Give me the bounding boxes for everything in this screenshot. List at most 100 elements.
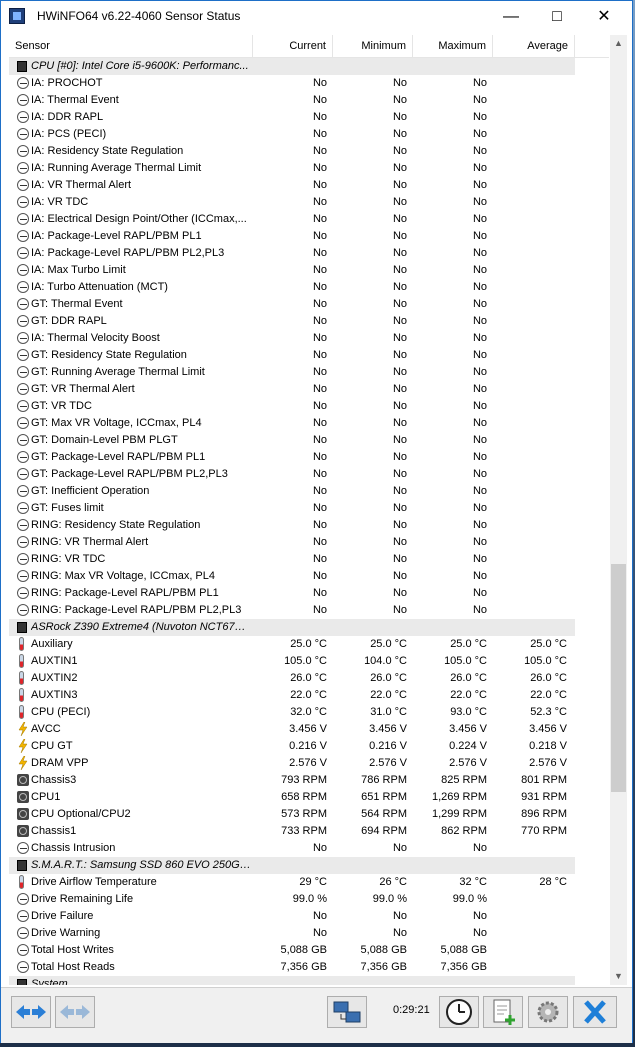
table-row[interactable]: GT: VR TDC No No No <box>9 398 575 415</box>
sensor-name: IA: VR Thermal Alert <box>31 179 132 191</box>
column-header-average[interactable]: Average <box>493 35 575 57</box>
maximum-value: No <box>472 910 487 922</box>
thermometer-icon <box>19 705 24 719</box>
table-row[interactable]: Drive Warning No No No <box>9 925 575 942</box>
minimum-value: No <box>392 570 407 582</box>
collapse-columns-button[interactable] <box>11 996 51 1028</box>
maximum-value: 25.0 °C <box>450 638 487 650</box>
report-button[interactable] <box>483 996 523 1028</box>
table-row[interactable]: AVCC 3.456 V 3.456 V 3.456 V 3.456 V <box>9 721 575 738</box>
close-sensors-button[interactable] <box>573 996 617 1028</box>
table-row[interactable]: IA: Running Average Thermal Limit No No No <box>9 160 575 177</box>
table-row[interactable]: RING: Package-Level RAPL/PBM PL2,PL3 No No… <box>9 602 575 619</box>
table-row[interactable]: RING: Package-Level RAPL/PBM PL1 No No No <box>9 585 575 602</box>
minimum-value: No <box>392 383 407 395</box>
table-row[interactable]: Chassis1 733 RPM 694 RPM 862 RPM 770 RPM <box>9 823 575 840</box>
maximum-value: No <box>472 383 487 395</box>
settings-button[interactable] <box>528 996 568 1028</box>
table-row[interactable]: CPU1 658 RPM 651 RPM 1,269 RPM 931 RPM <box>9 789 575 806</box>
table-row[interactable]: AUXTIN1 105.0 °C 104.0 °C 105.0 °C 105.0 °C <box>9 653 575 670</box>
sensor-name: GT: VR TDC <box>31 400 92 412</box>
table-row[interactable]: IA: VR TDC No No No <box>9 194 575 211</box>
table-row[interactable]: RING: VR Thermal Alert No No No <box>9 534 575 551</box>
table-row[interactable]: GT: Max VR Voltage, ICCmax, PL4 No No No <box>9 415 575 432</box>
minimize-button[interactable]: — <box>488 1 534 32</box>
table-row[interactable]: IA: PROCHOT No No No <box>9 75 575 92</box>
table-row[interactable]: Auxiliary 25.0 °C 25.0 °C 25.0 °C 25.0 °C <box>9 636 575 653</box>
clock-icon <box>17 417 29 429</box>
network-button[interactable] <box>327 996 367 1028</box>
table-row[interactable]: GT: Thermal Event No No No <box>9 296 575 313</box>
average-value <box>493 296 567 313</box>
column-header-minimum[interactable]: Minimum <box>333 35 413 57</box>
table-row[interactable]: IA: DDR RAPL No No No <box>9 109 575 126</box>
reset-timer-button[interactable] <box>439 996 479 1028</box>
table-row[interactable]: DRAM VPP 2.576 V 2.576 V 2.576 V 2.576 V <box>9 755 575 772</box>
table-row[interactable]: GT: Package-Level RAPL/PBM PL2,PL3 No No No <box>9 466 575 483</box>
table-row[interactable]: GT: DDR RAPL No No No <box>9 313 575 330</box>
table-row[interactable]: RING: Residency State Regulation No No No <box>9 517 575 534</box>
scroll-down-arrow-icon[interactable]: ▼ <box>610 968 627 985</box>
table-row[interactable]: GT: Fuses limit No No No <box>9 500 575 517</box>
table-row[interactable]: IA: Package-Level RAPL/PBM PL2,PL3 No No No <box>9 245 575 262</box>
vertical-scrollbar[interactable]: ▲ ▼ <box>610 35 627 985</box>
table-row[interactable]: IA: Package-Level RAPL/PBM PL1 No No No <box>9 228 575 245</box>
sensor-name: IA: Electrical Design Point/Other (ICCma… <box>31 213 247 225</box>
column-header-sensor[interactable]: Sensor <box>9 35 253 57</box>
maximum-value: No <box>472 842 487 854</box>
maximize-button[interactable]: □ <box>534 1 580 32</box>
table-row[interactable]: IA: Residency State Regulation No No No <box>9 143 575 160</box>
table-row[interactable]: Total Host Writes 5,088 GB 5,088 GB 5,088 G… <box>9 942 575 959</box>
table-row[interactable]: GT: Residency State Regulation No No No <box>9 347 575 364</box>
average-value <box>493 313 567 330</box>
table-row[interactable]: CPU (PECI) 32.0 °C 31.0 °C 93.0 °C 52.3 °C <box>9 704 575 721</box>
close-window-button[interactable]: ✕ <box>581 1 627 32</box>
table-row[interactable]: AUXTIN2 26.0 °C 26.0 °C 26.0 °C 26.0 °C <box>9 670 575 687</box>
sensor-name: CPU1 <box>31 791 61 803</box>
average-value: 52.3 °C <box>530 706 567 718</box>
table-row[interactable]: GT: Running Average Thermal Limit No No No <box>9 364 575 381</box>
sensor-group-row[interactable]: System <box>9 976 575 985</box>
table-row[interactable]: CPU Optional/CPU2 573 RPM 564 RPM 1,299 RPM… <box>9 806 575 823</box>
bottom-toolbar: 0:29:21 <box>1 987 632 1043</box>
column-header-current[interactable]: Current <box>253 35 333 57</box>
table-row[interactable]: AUXTIN3 22.0 °C 22.0 °C 22.0 °C 22.0 °C <box>9 687 575 704</box>
table-row[interactable]: GT: VR Thermal Alert No No No <box>9 381 575 398</box>
table-row[interactable]: IA: Turbo Attenuation (MCT) No No No <box>9 279 575 296</box>
table-row[interactable]: IA: Thermal Event No No No <box>9 92 575 109</box>
minimum-value: 7,356 GB <box>360 961 407 973</box>
table-row[interactable]: Chassis3 793 RPM 786 RPM 825 RPM 801 RPM <box>9 772 575 789</box>
table-row[interactable]: IA: Thermal Velocity Boost No No No <box>9 330 575 347</box>
column-header-maximum[interactable]: Maximum <box>413 35 493 57</box>
sensor-group-row[interactable]: S.M.A.R.T.: Samsung SSD 860 EVO 250GB ..… <box>9 857 575 874</box>
table-row[interactable]: IA: PCS (PECI) No No No <box>9 126 575 143</box>
scrollbar-thumb[interactable] <box>611 564 626 792</box>
table-row[interactable]: GT: Domain-Level PBM PLGT No No No <box>9 432 575 449</box>
average-value <box>493 143 567 160</box>
table-row[interactable]: GT: Package-Level RAPL/PBM PL1 No No No <box>9 449 575 466</box>
table-row[interactable]: RING: VR TDC No No No <box>9 551 575 568</box>
average-value <box>493 194 567 211</box>
table-row[interactable]: Total Host Reads 7,356 GB 7,356 GB 7,356 GB <box>9 959 575 976</box>
fan-icon <box>17 791 29 803</box>
sensor-name: GT: VR Thermal Alert <box>31 383 135 395</box>
table-row[interactable]: CPU GT 0.216 V 0.216 V 0.224 V 0.218 V <box>9 738 575 755</box>
sensor-group-row[interactable]: CPU [#0]: Intel Core i5-9600K: Performan… <box>9 58 575 75</box>
table-row[interactable]: IA: Max Turbo Limit No No No <box>9 262 575 279</box>
table-row[interactable]: Chassis Intrusion No No No <box>9 840 575 857</box>
title-bar[interactable]: HWiNFO64 v6.22-4060 Sensor Status — □ ✕ <box>1 1 632 32</box>
table-row[interactable]: IA: VR Thermal Alert No No No <box>9 177 575 194</box>
expand-columns-button[interactable] <box>55 996 95 1028</box>
minimum-value: No <box>392 128 407 140</box>
table-row[interactable]: Drive Airflow Temperature 29 °C 26 °C 32 °C… <box>9 874 575 891</box>
maximum-value: No <box>472 111 487 123</box>
sensor-group-row[interactable]: ASRock Z390 Extreme4 (Nuvoton NCT6791D) <box>9 619 575 636</box>
table-row[interactable]: RING: Max VR Voltage, ICCmax, PL4 No No No <box>9 568 575 585</box>
table-row[interactable]: Drive Failure No No No <box>9 908 575 925</box>
table-row[interactable]: IA: Electrical Design Point/Other (ICCma… <box>9 211 575 228</box>
table-row[interactable]: Drive Remaining Life 99.0 % 99.0 % 99.0 % <box>9 891 575 908</box>
table-row[interactable]: GT: Inefficient Operation No No No <box>9 483 575 500</box>
average-value <box>493 517 567 534</box>
clock-icon <box>17 944 29 956</box>
scroll-up-arrow-icon[interactable]: ▲ <box>610 35 627 52</box>
